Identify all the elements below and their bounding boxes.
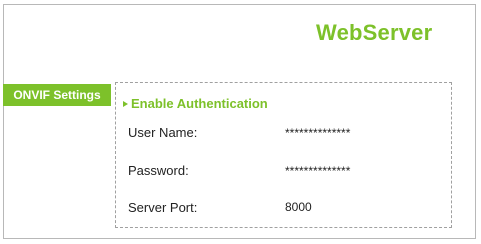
tab-onvif-settings[interactable]: ONVIF Settings (3, 84, 111, 106)
server-port-label: Server Port: (128, 200, 198, 215)
enable-authentication-toggle[interactable]: Enable Authentication (123, 96, 268, 111)
enable-authentication-label: Enable Authentication (131, 96, 268, 111)
password-label: Password: (128, 163, 189, 178)
password-field[interactable]: ************** (285, 164, 350, 178)
username-label: User Name: (128, 125, 198, 140)
triangle-right-icon (123, 100, 128, 107)
username-field[interactable]: ************** (285, 126, 350, 140)
page-title: WebServer (316, 20, 433, 45)
server-port-field[interactable]: 8000 (285, 200, 312, 214)
